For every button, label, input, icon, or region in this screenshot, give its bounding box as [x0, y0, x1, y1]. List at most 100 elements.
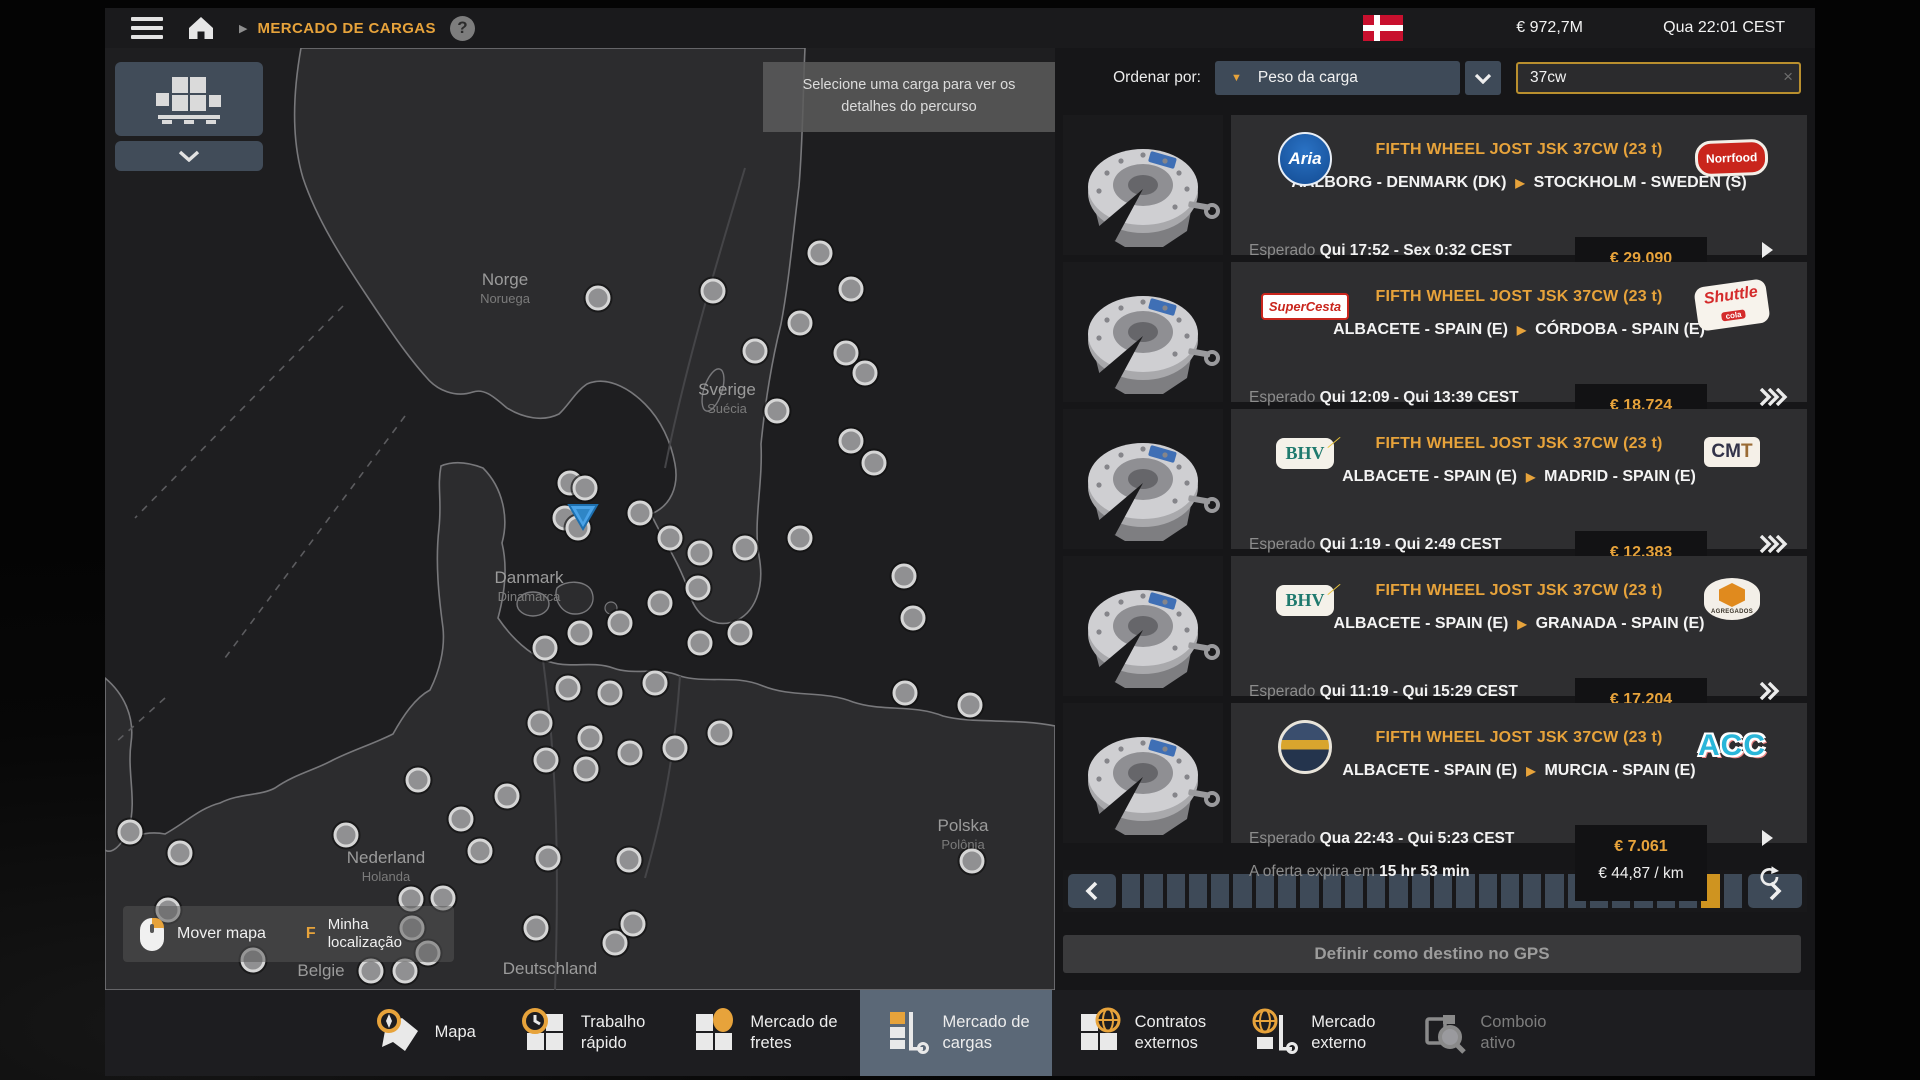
nav-item-trabalho-rapido[interactable]: Trabalho rápido — [498, 990, 668, 1076]
cargo-map-marker[interactable] — [640, 668, 670, 698]
expected-time: Esperado Qui 11:19 - Qui 15:29 CEST — [1249, 683, 1518, 700]
chevron-left-icon — [1085, 881, 1098, 901]
collapse-filter-button[interactable] — [115, 141, 263, 171]
cargo-map-marker[interactable] — [575, 723, 605, 753]
cargo-map-marker[interactable] — [683, 573, 713, 603]
nav-item-contratos-externos[interactable]: Contratos externos — [1052, 990, 1229, 1076]
route-to: CÓRDOBA - SPAIN (E) — [1535, 321, 1705, 338]
cargo-map-marker[interactable] — [446, 804, 476, 834]
cargo-offer-item[interactable]: Aria Norrfood FIFTH WHEEL JOST JSK 37CW … — [1063, 115, 1807, 313]
nav-item-mapa[interactable]: Mapa — [352, 990, 498, 1076]
cargo-map-marker[interactable] — [705, 718, 735, 748]
cargo-map-marker[interactable] — [889, 561, 919, 591]
page-segment[interactable] — [1166, 874, 1185, 908]
cargo-map-marker[interactable] — [785, 523, 815, 553]
page-segment[interactable] — [1478, 874, 1497, 908]
cargo-map-marker[interactable] — [615, 738, 645, 768]
cargo-map-marker[interactable] — [698, 276, 728, 306]
chevron-down-icon — [1474, 73, 1492, 84]
cargo-map-marker[interactable] — [570, 473, 600, 503]
nav-item-mercado-de-fretes[interactable]: Mercado de fretes — [667, 990, 859, 1076]
cargo-map-marker[interactable] — [530, 633, 560, 663]
cargo-map-marker[interactable] — [685, 628, 715, 658]
fifth-wheel-image — [1088, 737, 1220, 835]
cargo-map-marker[interactable] — [890, 678, 920, 708]
nav-item-mercado-de-cargas[interactable]: Mercado de cargas — [859, 990, 1052, 1076]
cargo-map-marker[interactable] — [583, 283, 613, 313]
cargo-map-marker[interactable] — [836, 426, 866, 456]
sort-order-icon: ▼ — [1231, 72, 1242, 84]
cargo-map-marker[interactable] — [785, 308, 815, 338]
page-segment[interactable] — [1211, 874, 1230, 908]
page-segment[interactable] — [1500, 874, 1520, 908]
cargo-map-marker[interactable] — [645, 588, 675, 618]
cargo-map-marker[interactable] — [531, 745, 561, 775]
cargo-map-marker[interactable] — [403, 765, 433, 795]
expected-time: Esperado Qua 22:43 - Qui 5:23 CEST — [1249, 830, 1515, 847]
cargo-map-marker[interactable] — [553, 673, 583, 703]
cargo-map-marker[interactable] — [898, 603, 928, 633]
cargo-map-marker[interactable] — [685, 538, 715, 568]
help-icon[interactable]: ? — [449, 15, 475, 41]
page-segment[interactable] — [1122, 874, 1141, 908]
cargo-map-marker[interactable] — [595, 678, 625, 708]
cargo-search-input[interactable] — [1516, 62, 1801, 94]
cargo-map-marker[interactable] — [618, 909, 648, 939]
cargo-map-marker[interactable] — [165, 838, 195, 868]
urgency-icon — [1759, 829, 1775, 852]
cargo-map-marker[interactable] — [605, 608, 635, 638]
clear-search-icon[interactable]: × — [1783, 67, 1793, 87]
cargo-map-marker[interactable] — [571, 754, 601, 784]
cargo-map-marker[interactable] — [957, 846, 987, 876]
cargo-map-marker[interactable] — [465, 836, 495, 866]
cargo-offer-item[interactable]: SuperCesta Shuttle cola FIFTH WHEEL JOST … — [1063, 262, 1807, 460]
cargo-map-marker[interactable] — [625, 498, 655, 528]
sender-company-logo: BHV ⁄ — [1273, 423, 1338, 483]
page-segment[interactable] — [1144, 874, 1163, 908]
cargo-map-marker[interactable] — [805, 238, 835, 268]
europe-map[interactable]: Norge Noruega Sverige Suécia Danmark Dinama… — [105, 48, 1055, 990]
cargo-map-marker[interactable] — [655, 523, 685, 553]
cargo-map-marker[interactable] — [740, 336, 770, 366]
cargo-map-marker[interactable] — [859, 448, 889, 478]
sort-label: Ordenar por: — [1113, 69, 1201, 86]
cargo-map-marker[interactable] — [533, 843, 563, 873]
cargo-map-marker[interactable] — [660, 733, 690, 763]
page-segment[interactable] — [1523, 874, 1542, 908]
previous-page-button[interactable] — [1068, 874, 1116, 908]
cargo-map-marker[interactable] — [850, 358, 880, 388]
sort-dropdown[interactable]: ▼ Peso da carga — [1215, 61, 1460, 95]
page-segment[interactable] — [1723, 874, 1742, 908]
cargo-map-marker[interactable] — [836, 274, 866, 304]
home-icon[interactable] — [187, 15, 215, 41]
cargo-offer-item[interactable]: BHV ⁄ AGREGADOS FIFTH WHEEL JOST JSK 37CW… — [1063, 556, 1807, 754]
cargo-map-marker[interactable] — [762, 396, 792, 426]
set-gps-destination-button[interactable]: Definir como destino no GPS — [1063, 935, 1801, 973]
route-to: MADRID - SPAIN (E) — [1544, 468, 1696, 485]
cargo-offer-item[interactable]: BHV ⁄ CMT FIFTH WHEEL JOST JSK 37CW (23 t… — [1063, 409, 1807, 607]
quick-job-icon — [520, 1007, 568, 1060]
nav-item-mercado-externo[interactable]: Mercado externo — [1228, 990, 1397, 1076]
route-arrow-icon: ▶ — [1515, 176, 1525, 190]
cargo-map-marker[interactable] — [492, 781, 522, 811]
page-segment[interactable] — [1545, 874, 1564, 908]
nav-item-comboio-ativo[interactable]: Comboio ativo — [1397, 990, 1568, 1076]
cargo-map-marker[interactable] — [955, 690, 985, 720]
page-segment[interactable] — [1188, 874, 1208, 908]
cargo-map-marker[interactable] — [730, 533, 760, 563]
cargo-map-marker[interactable] — [614, 845, 644, 875]
cargo-map-marker[interactable] — [565, 618, 595, 648]
cargo-map-marker[interactable] — [525, 708, 555, 738]
sort-dropdown-open-button[interactable] — [1465, 61, 1501, 95]
cargo-offer-item[interactable]: ACC FIFTH WHEEL JOST JSK 37CW (23 t) ALB… — [1063, 703, 1807, 901]
cargo-type-filter-button[interactable] — [115, 62, 263, 136]
menu-icon[interactable] — [131, 17, 163, 39]
fifth-wheel-image — [1088, 590, 1220, 688]
cargo-map-marker[interactable] — [521, 913, 551, 943]
cargo-map-marker[interactable] — [831, 338, 861, 368]
cargo-map-marker[interactable] — [331, 820, 361, 850]
cargo-map-marker[interactable] — [725, 618, 755, 648]
route-arrow-icon: ▶ — [1516, 323, 1527, 337]
cargo-map-marker[interactable] — [115, 817, 145, 847]
location-key-hint: F — [305, 925, 316, 942]
